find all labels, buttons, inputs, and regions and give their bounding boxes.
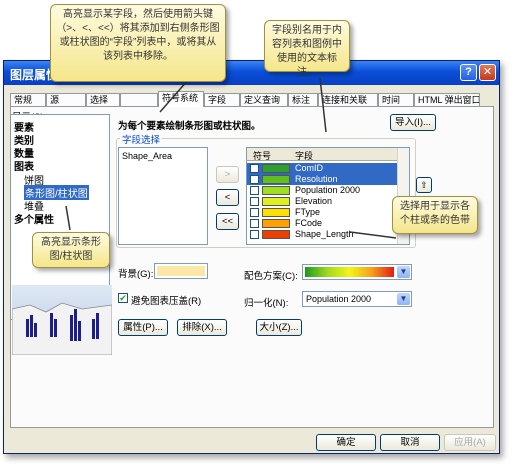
- callout-color-ramp: 选择用于显示各个柱或条的色带: [392, 196, 478, 234]
- callout-bar-column: 高亮显示条形图/柱状图: [32, 232, 110, 268]
- callout-move-fields: 高亮显示某字段，然后使用箭头键（>、<、<<）将其添加到右侧条形图或柱状图的“字…: [50, 4, 226, 82]
- callout-field-alias: 字段别名用于内容列表和图例中使用的文本标注。: [264, 20, 350, 78]
